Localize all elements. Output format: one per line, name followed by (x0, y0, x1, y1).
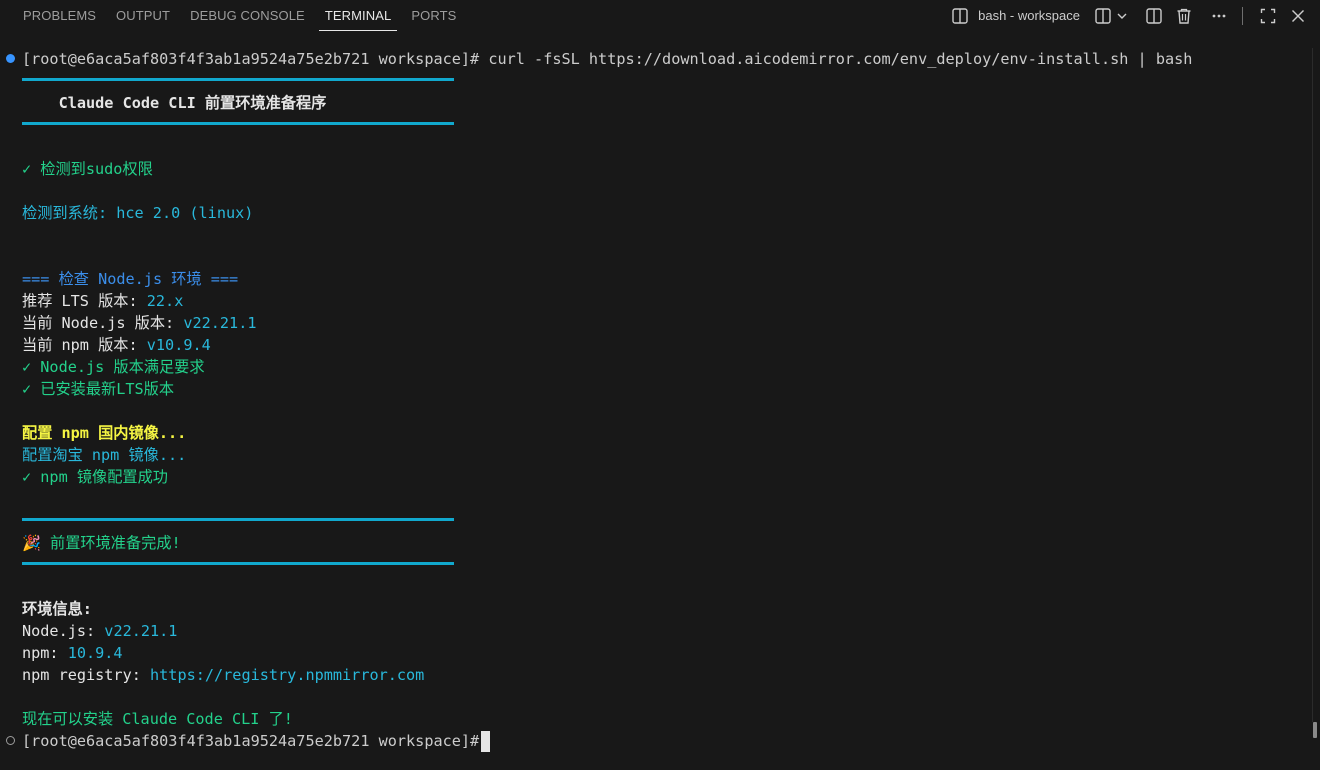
split-editor-icon (1145, 7, 1163, 25)
toolbar-separator (1242, 6, 1243, 25)
node-version-label: 当前 Node.js 版本: (22, 314, 184, 332)
npm-mirror-heading: 配置 npm 国内镜像... (22, 424, 187, 442)
scrollbar-track (1312, 48, 1313, 722)
env-npm-line: npm: 10.9.4 (22, 642, 123, 664)
tab-problems[interactable]: PROBLEMS (13, 0, 106, 31)
split-editor-button[interactable] (1142, 4, 1166, 28)
terminal-panel: PROBLEMS OUTPUT DEBUG CONSOLE TERMINAL P… (0, 0, 1320, 770)
tab-output[interactable]: OUTPUT (106, 0, 180, 31)
current-prompt-line[interactable]: [root@e6aca5af803f4f3ab1a9524a75e2b721 w… (22, 730, 488, 752)
sudo-check-line: ✓ 检测到sudo权限 (22, 160, 153, 178)
command-line: [root@e6aca5af803f4f3ab1a9524a75e2b721 w… (22, 48, 1192, 70)
done-rule-top (22, 518, 454, 521)
npm-mirror-ok-line: ✓ npm 镜像配置成功 (22, 468, 168, 486)
done-rule-bottom (22, 562, 454, 565)
launch-profile-button[interactable] (1115, 4, 1129, 28)
tab-ports[interactable]: PORTS (401, 0, 466, 31)
env-npm-label: npm: (22, 644, 68, 662)
env-registry-link[interactable]: https://registry.npmmirror.com (150, 666, 424, 684)
node-version-line: 当前 Node.js 版本: v22.21.1 (22, 312, 257, 334)
banner-title: Claude Code CLI 前置环境准备程序 (22, 94, 327, 112)
terminal-selector[interactable]: bash - workspace (948, 4, 1080, 28)
terminal-name: bash - workspace (978, 8, 1080, 23)
final-message: 现在可以安装 Claude Code CLI 了! (22, 710, 293, 728)
command-decoration-success-icon[interactable] (6, 54, 15, 63)
done-message: 🎉 前置环境准备完成! (22, 534, 181, 552)
lts-ok-line: ✓ 已安装最新LTS版本 (22, 380, 175, 398)
shell-command: curl -fsSL https://download.aicodemirror… (488, 50, 1193, 68)
system-line: 检测到系统: hce 2.0 (linux) (22, 202, 253, 224)
command-decoration-pending-icon[interactable] (6, 736, 15, 745)
tab-debug-console[interactable]: DEBUG CONSOLE (180, 0, 315, 31)
node-check-header: === 检查 Node.js 环境 === (22, 270, 239, 288)
lts-version-line: 推荐 LTS 版本: 22.x (22, 290, 183, 312)
npm-version-line: 当前 npm 版本: v10.9.4 (22, 334, 211, 356)
scrollbar-thumb[interactable] (1313, 722, 1317, 738)
env-registry-label: npm registry: (22, 666, 151, 684)
npm-version-value: v10.9.4 (146, 336, 211, 354)
chevron-down-icon (1116, 10, 1128, 22)
trash-icon (1175, 7, 1193, 25)
split-terminal-icon (1094, 7, 1112, 25)
shell-prompt-current: [root@e6aca5af803f4f3ab1a9524a75e2b721 w… (22, 732, 489, 750)
env-info-heading: 环境信息: (22, 600, 92, 618)
env-node-label: Node.js: (22, 622, 105, 640)
banner-rule-bottom (22, 122, 454, 125)
env-npm-value: 10.9.4 (67, 644, 123, 662)
lts-version-value: 22.x (146, 292, 184, 310)
close-icon (1289, 7, 1307, 25)
npm-version-label: 当前 npm 版本: (22, 336, 147, 354)
node-ok-line: ✓ Node.js 版本满足要求 (22, 358, 205, 376)
env-node-value: v22.21.1 (104, 622, 178, 640)
maximize-panel-button[interactable] (1256, 4, 1280, 28)
terminal-output[interactable]: [root@e6aca5af803f4f3ab1a9524a75e2b721 w… (0, 48, 1310, 770)
more-icon (1210, 7, 1228, 25)
terminal-scrollbar[interactable] (1310, 48, 1320, 770)
node-version-value: v22.21.1 (183, 314, 257, 332)
system-value: hce 2.0 (linux) (116, 204, 254, 222)
terminal-toolbar: bash - workspace (948, 0, 1320, 31)
maximize-icon (1259, 7, 1277, 25)
panel-tabs: PROBLEMS OUTPUT DEBUG CONSOLE TERMINAL P… (0, 0, 466, 31)
env-node-line: Node.js: v22.21.1 (22, 620, 177, 642)
system-label: 检测到系统: (22, 204, 117, 222)
env-registry-line: npm registry: https://registry.npmmirror… (22, 664, 424, 686)
panel-tab-bar: PROBLEMS OUTPUT DEBUG CONSOLE TERMINAL P… (0, 0, 1320, 32)
close-panel-button[interactable] (1286, 4, 1310, 28)
lts-version-label: 推荐 LTS 版本: (22, 292, 147, 310)
shell-prompt: [root@e6aca5af803f4f3ab1a9524a75e2b721 w… (22, 50, 489, 68)
terminal-split-icon (948, 4, 972, 28)
banner-rule-top (22, 78, 454, 81)
split-terminal-button[interactable] (1091, 4, 1115, 28)
npm-taobao-line: 配置淘宝 npm 镜像... (22, 446, 187, 464)
more-actions-button[interactable] (1207, 4, 1231, 28)
terminal-cursor (481, 731, 490, 752)
tab-terminal[interactable]: TERMINAL (318, 0, 398, 31)
kill-terminal-button[interactable] (1172, 4, 1196, 28)
